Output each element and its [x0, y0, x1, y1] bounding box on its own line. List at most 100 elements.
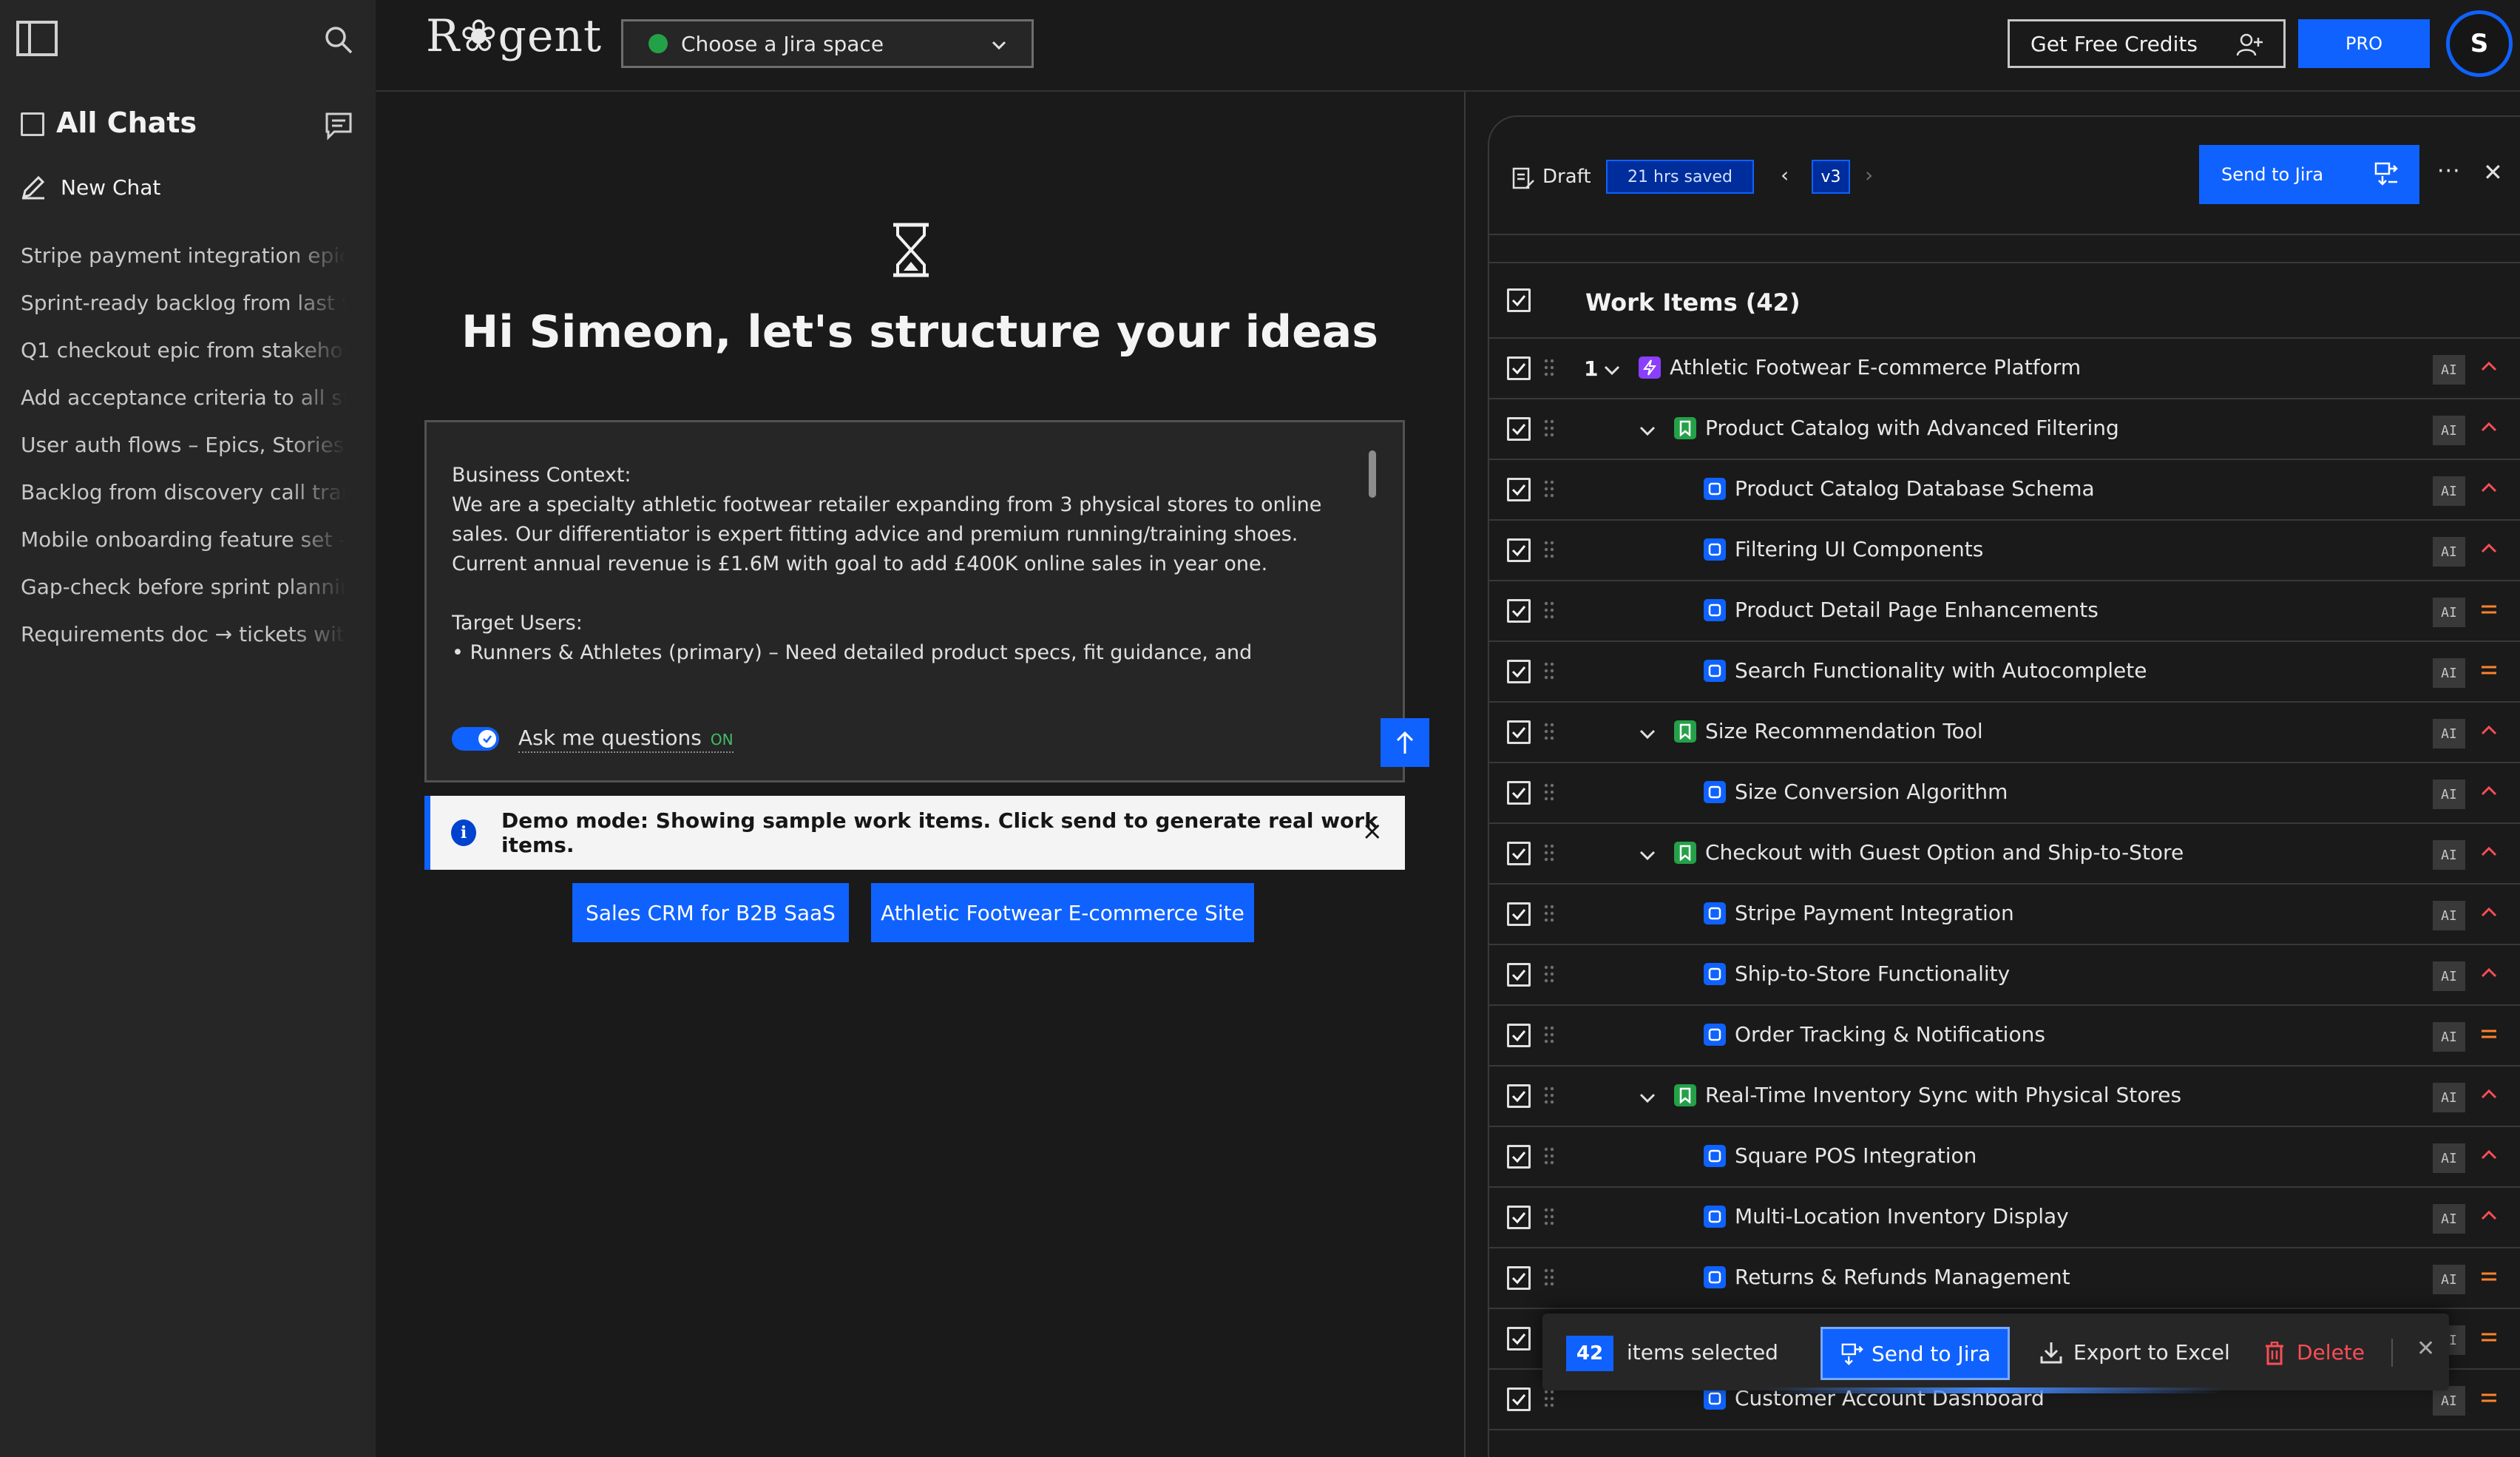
drag-handle-icon[interactable]	[1544, 904, 1554, 923]
version-badge[interactable]: v3	[1812, 160, 1850, 194]
chat-history-item[interactable]: Sprint-ready backlog from last week	[21, 288, 346, 336]
ai-badge[interactable]: AI	[2433, 476, 2465, 506]
prompt-scrollbar[interactable]	[1369, 450, 1376, 498]
ai-badge[interactable]: AI	[2433, 901, 2465, 930]
row-checkbox[interactable]	[1507, 781, 1531, 805]
row-checkbox[interactable]	[1507, 1206, 1531, 1229]
work-item-title[interactable]: Multi-Location Inventory Display	[1735, 1204, 2069, 1228]
drag-handle-icon[interactable]	[1544, 1086, 1554, 1105]
work-item-row[interactable]: 1 Athletic Footwear E-commerce Platform AI	[1489, 339, 2520, 399]
work-item-row[interactable]: Order Tracking & Notifications AI	[1489, 1006, 2520, 1066]
drag-handle-icon[interactable]	[1544, 1207, 1554, 1226]
work-item-title[interactable]: Search Functionality with Autocomplete	[1735, 658, 2147, 683]
close-icon[interactable]: ×	[1362, 817, 1383, 846]
close-action-bar-icon[interactable]: ✕	[2416, 1336, 2435, 1362]
work-item-row[interactable]: Search Functionality with Autocomplete AI	[1489, 642, 2520, 703]
chat-history-item[interactable]: Gap-check before sprint planning	[21, 572, 346, 620]
prompt-textarea[interactable]: Business Context: We are a specialty ath…	[452, 461, 1354, 668]
work-item-row[interactable]: Returns & Refunds Management AI	[1489, 1248, 2520, 1309]
row-checkbox[interactable]	[1507, 1024, 1531, 1047]
work-item-row[interactable]: Checkout with Guest Option and Ship-to-S…	[1489, 824, 2520, 885]
drag-handle-icon[interactable]	[1544, 358, 1554, 377]
work-item-row[interactable]: Stripe Payment Integration AI	[1489, 885, 2520, 945]
drag-handle-icon[interactable]	[1544, 661, 1554, 680]
drag-handle-icon[interactable]	[1544, 1268, 1554, 1287]
work-item-row[interactable]: Square POS Integration AI	[1489, 1127, 2520, 1188]
ai-badge[interactable]: AI	[2433, 537, 2465, 567]
chevron-left-icon[interactable]: ‹	[1781, 163, 1789, 187]
ai-badge[interactable]: AI	[2433, 840, 2465, 870]
ai-badge[interactable]: AI	[2433, 961, 2465, 991]
chevron-down-icon[interactable]	[1602, 359, 1622, 383]
chevron-down-icon[interactable]	[1637, 723, 1658, 747]
avatar[interactable]: S	[2446, 10, 2513, 77]
drag-handle-icon[interactable]	[1544, 964, 1554, 984]
row-checkbox[interactable]	[1507, 417, 1531, 441]
work-item-title[interactable]: Order Tracking & Notifications	[1735, 1022, 2045, 1047]
work-item-title[interactable]: Returns & Refunds Management	[1735, 1265, 2070, 1289]
bulk-send-to-jira-button[interactable]: Send to Jira	[1820, 1327, 2010, 1380]
row-checkbox[interactable]	[1507, 902, 1531, 926]
work-item-title[interactable]: Size Conversion Algorithm	[1735, 780, 2008, 804]
ai-badge[interactable]: AI	[2433, 355, 2465, 385]
work-item-row[interactable]: Product Detail Page Enhancements AI	[1489, 581, 2520, 642]
work-item-title[interactable]: Product Detail Page Enhancements	[1735, 598, 2099, 622]
ai-badge[interactable]: AI	[2433, 1083, 2465, 1112]
row-checkbox[interactable]	[1507, 660, 1531, 683]
panel-divider[interactable]	[1464, 92, 1466, 1457]
jira-space-select[interactable]: Choose a Jira space	[621, 19, 1034, 68]
chat-history-item[interactable]: Mobile onboarding feature set – 12	[21, 525, 346, 572]
drag-handle-icon[interactable]	[1544, 419, 1554, 438]
export-to-excel-button[interactable]: Export to Excel	[2039, 1340, 2230, 1365]
chevron-down-icon[interactable]	[1637, 845, 1658, 868]
work-item-title[interactable]: Real-Time Inventory Sync with Physical S…	[1705, 1083, 2181, 1107]
row-checkbox[interactable]	[1507, 720, 1531, 744]
more-options-icon[interactable]: ···	[2437, 158, 2461, 184]
send-prompt-button[interactable]	[1381, 718, 1429, 767]
get-free-credits-button[interactable]: Get Free Credits	[2008, 19, 2286, 68]
row-checkbox[interactable]	[1507, 842, 1531, 865]
sidebar-toggle-icon[interactable]	[15, 16, 59, 61]
row-checkbox[interactable]	[1507, 1327, 1531, 1350]
drag-handle-icon[interactable]	[1544, 540, 1554, 559]
drag-handle-icon[interactable]	[1544, 782, 1554, 802]
chat-history-item[interactable]: Backlog from discovery call transcript	[21, 478, 346, 525]
sample-sales-crm-button[interactable]: Sales CRM for B2B SaaS	[572, 883, 849, 942]
work-item-row[interactable]: Product Catalog with Advanced Filtering A…	[1489, 399, 2520, 460]
work-item-row[interactable]: Real-Time Inventory Sync with Physical S…	[1489, 1066, 2520, 1127]
ai-badge[interactable]: AI	[2433, 780, 2465, 809]
row-checkbox[interactable]	[1507, 356, 1531, 380]
search-icon[interactable]	[316, 18, 361, 62]
row-checkbox[interactable]	[1507, 1387, 1531, 1411]
work-item-row[interactable]: Product Catalog Database Schema AI	[1489, 460, 2520, 521]
work-item-title[interactable]: Athletic Footwear E-commerce Platform	[1670, 355, 2081, 379]
drag-handle-icon[interactable]	[1544, 1025, 1554, 1044]
close-panel-icon[interactable]: ✕	[2483, 158, 2503, 186]
work-item-title[interactable]: Size Recommendation Tool	[1705, 719, 1983, 743]
chevron-down-icon[interactable]	[1637, 1087, 1658, 1111]
work-item-title[interactable]: Ship-to-Store Functionality	[1735, 961, 2010, 986]
work-item-row[interactable]: Ship-to-Store Functionality AI	[1489, 945, 2520, 1006]
work-item-row[interactable]: Filtering UI Components AI	[1489, 521, 2520, 581]
ai-badge[interactable]: AI	[2433, 416, 2465, 445]
ai-badge[interactable]: AI	[2433, 1265, 2465, 1294]
row-checkbox[interactable]	[1507, 1084, 1531, 1108]
select-all-chats-checkbox[interactable]	[21, 112, 44, 136]
work-item-title[interactable]: Filtering UI Components	[1735, 537, 1983, 561]
work-item-title[interactable]: Square POS Integration	[1735, 1143, 1977, 1168]
delete-button[interactable]: Delete	[2264, 1340, 2365, 1365]
work-item-row[interactable]: Size Conversion Algorithm AI	[1489, 763, 2520, 824]
ai-badge[interactable]: AI	[2433, 1143, 2465, 1173]
send-to-jira-button[interactable]: Send to Jira	[2199, 145, 2419, 204]
work-item-title[interactable]: Stripe Payment Integration	[1735, 901, 2014, 925]
drag-handle-icon[interactable]	[1544, 479, 1554, 498]
row-checkbox[interactable]	[1507, 478, 1531, 501]
chat-history-item[interactable]: Requirements doc → tickets with tasks	[21, 620, 346, 667]
ai-badge[interactable]: AI	[2433, 1204, 2465, 1234]
select-all-checkbox[interactable]	[1507, 288, 1531, 312]
chat-history-item[interactable]: Add acceptance criteria to all stories	[21, 383, 346, 430]
chat-history-item[interactable]: Stripe payment integration epic	[21, 241, 346, 288]
ai-badge[interactable]: AI	[2433, 1022, 2465, 1052]
drag-handle-icon[interactable]	[1544, 843, 1554, 862]
row-checkbox[interactable]	[1507, 1145, 1531, 1169]
